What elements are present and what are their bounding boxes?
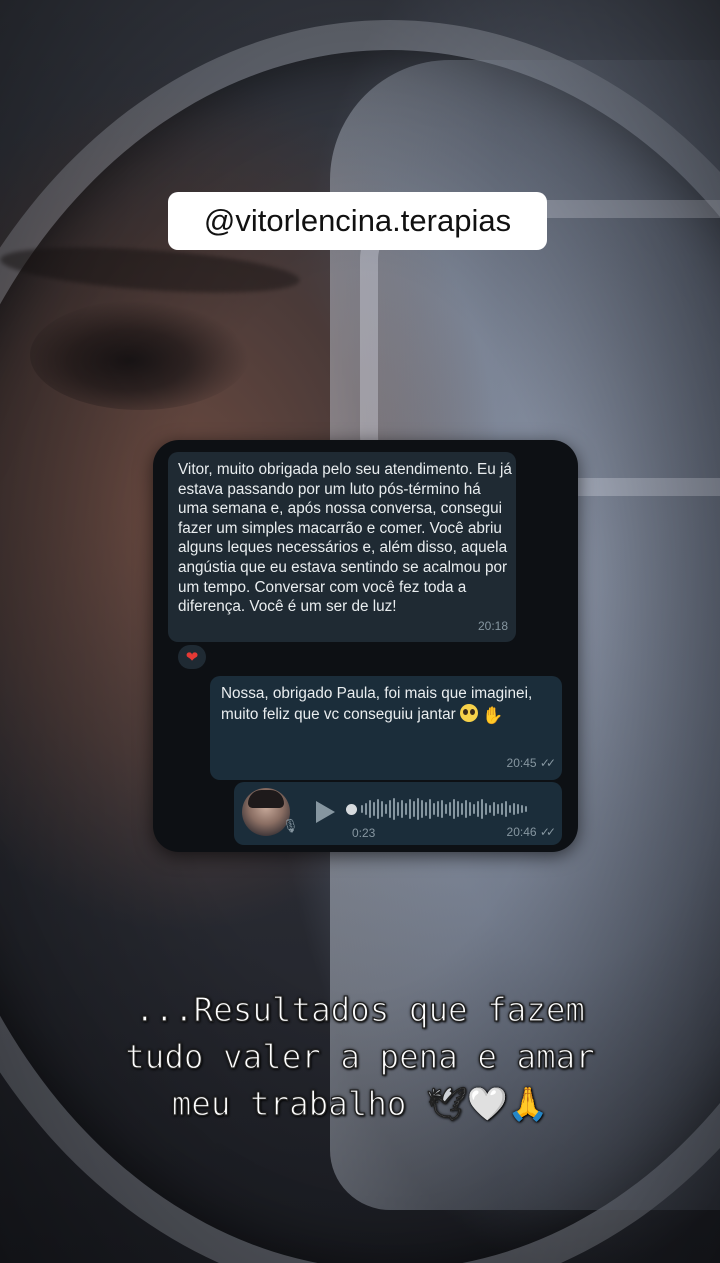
waveform-bar — [449, 802, 451, 816]
waveform-bar — [401, 800, 403, 818]
white-heart-icon: 🤍 — [467, 1084, 509, 1123]
outgoing-message-time: 20:45 — [506, 756, 537, 770]
outgoing-message-line1: Nossa, obrigado Paula, foi mais que imag… — [221, 685, 533, 702]
microphone-icon: 🎙 — [282, 818, 299, 833]
waveform-bar — [361, 805, 363, 813]
incoming-message-text: Vitor, muito obrigada pelo seu atendimen… — [178, 461, 512, 616]
waveform-bar — [365, 803, 367, 815]
waveform-bar — [477, 801, 479, 817]
double-check-icon: ✓✓ — [539, 756, 556, 770]
outgoing-message-line2-row: muito feliz que vc conseguiu jantar ✋ — [221, 704, 551, 726]
smiling-face-icon — [459, 704, 478, 722]
caption-line-3-row: meu trabalho 🕊🤍🙏 — [40, 1081, 680, 1128]
praying-hands-icon: 🙏 — [507, 1084, 549, 1123]
voice-message-duration: 0:23 — [352, 826, 376, 840]
waveform-bar — [509, 805, 511, 813]
waveform-bar — [413, 801, 415, 817]
waveform-bar — [405, 803, 407, 815]
waveform-bar — [461, 803, 463, 815]
waveform-bar — [441, 800, 443, 818]
waveform-bar — [457, 801, 459, 817]
waveform-bar — [489, 805, 491, 813]
caption-line-2: tudo valer a pena e amar — [125, 1037, 596, 1076]
heart-reaction-icon[interactable]: ❤ — [178, 645, 206, 669]
voice-message-bubble: 🎙 0:23 20:46 ✓✓ — [234, 782, 562, 845]
waveform-bar — [469, 802, 471, 816]
waveform-bar — [501, 803, 503, 815]
voice-waveform[interactable] — [346, 797, 551, 821]
outgoing-message-line2: muito feliz que vc conseguiu jantar — [221, 706, 456, 723]
waveform-bar — [381, 801, 383, 817]
incoming-message-bubble: Vitor, muito obrigada pelo seu atendimen… — [168, 452, 516, 642]
waveform-bar — [485, 803, 487, 815]
waveform-bar — [525, 806, 527, 812]
caption-line-1: ...Resultados que fazem — [134, 990, 586, 1029]
waveform-bar — [417, 798, 419, 820]
waveform-bar — [445, 804, 447, 814]
incoming-message-time: 20:18 — [477, 619, 508, 634]
story-caption: ...Resultados que fazem tudo valer a pen… — [40, 987, 680, 1128]
waveform-bar — [425, 802, 427, 816]
waveform-bar — [369, 800, 371, 818]
waveform-bar — [409, 799, 411, 819]
waveform-bar — [397, 802, 399, 816]
waveform-bar — [421, 800, 423, 818]
waveform-bar — [385, 804, 387, 814]
outgoing-message-bubble: Nossa, obrigado Paula, foi mais que imag… — [210, 676, 562, 780]
waveform-bar — [493, 802, 495, 816]
waveform-bar — [513, 803, 515, 815]
caption-line-3: meu trabalho — [171, 1084, 407, 1123]
waveform-bar — [497, 804, 499, 814]
play-icon[interactable] — [316, 801, 335, 823]
dove-icon: 🕊 — [425, 1084, 468, 1123]
waveform-bar — [389, 800, 391, 818]
instagram-handle-sticker[interactable]: @vitorlencina.terapias — [168, 192, 547, 250]
voice-message-time: 20:46 — [506, 825, 537, 839]
waveform-bar — [433, 803, 435, 815]
playback-scrubber[interactable] — [346, 803, 357, 815]
waveform-bar — [429, 799, 431, 819]
double-check-icon: ✓✓ — [539, 825, 556, 839]
clapping-hands-icon: ✋ — [482, 706, 504, 725]
waveform-bar — [393, 798, 395, 820]
waveform-bar — [453, 799, 455, 819]
waveform-bar — [521, 805, 523, 813]
waveform-bar — [377, 799, 379, 819]
waveform-bar — [505, 801, 507, 817]
voice-message-status: 20:46 ✓✓ — [506, 825, 557, 839]
waveform-bar — [481, 799, 483, 819]
waveform-bar — [473, 804, 475, 814]
waveform-bar — [373, 802, 375, 816]
waveform-bar — [517, 804, 519, 814]
waveform-bar — [465, 800, 467, 818]
waveform-bar — [437, 801, 439, 817]
outgoing-message-status: 20:45 ✓✓ — [506, 753, 557, 773]
